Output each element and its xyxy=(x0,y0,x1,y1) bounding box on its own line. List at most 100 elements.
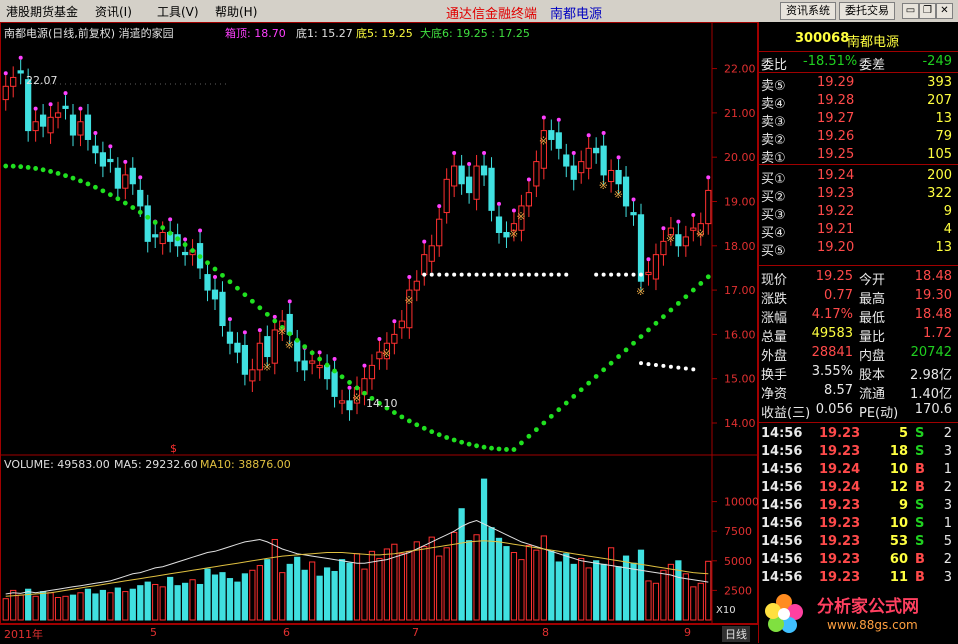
signal-dot xyxy=(257,328,262,333)
menu-info[interactable]: 资讯(I) xyxy=(95,3,132,20)
candle-body xyxy=(391,333,398,344)
volume-bar xyxy=(690,586,697,621)
box-line-dot xyxy=(422,272,427,277)
box-line-dot xyxy=(437,272,442,277)
ma-green-dot xyxy=(444,435,450,440)
price-tick-label: 15.00 xyxy=(724,373,756,386)
buy-signal-glyph: ※ xyxy=(614,188,623,201)
sell-level-3: 卖③ 19.27 13 xyxy=(759,110,958,130)
period-daily[interactable]: 日线 xyxy=(722,626,750,642)
stat-row: 现价 19.25 今开 18.48 xyxy=(759,268,958,288)
ma-green-dot xyxy=(698,281,704,286)
signal-dot xyxy=(706,175,711,180)
trade-button[interactable]: 委托交易 xyxy=(839,2,895,20)
menu-help[interactable]: 帮助(H) xyxy=(215,3,257,20)
app-title: 通达信金融终端 xyxy=(446,7,538,22)
axis-year: 2011年 xyxy=(4,628,43,641)
candle-body xyxy=(122,174,129,189)
close-icon[interactable]: ✕ xyxy=(936,3,953,19)
chart-area[interactable]: 22.00 21.00 20.00 19.00 18.00 17.00 16.00 15.00… xyxy=(0,22,758,624)
signal-dot xyxy=(242,330,247,335)
stat-value: 1.40亿 xyxy=(910,387,952,402)
box-line-dot xyxy=(639,272,643,277)
ma-green-dot xyxy=(264,311,270,317)
ma-green-dot xyxy=(526,433,532,439)
price-tick-label: 16.00 xyxy=(724,328,756,341)
ma-green-dot xyxy=(466,441,472,447)
volume-bar xyxy=(309,561,316,621)
ma-green-dot xyxy=(220,272,225,278)
box-line-dot xyxy=(564,272,569,277)
volume-bar xyxy=(525,544,533,621)
tick-price: 19.23 xyxy=(819,552,861,567)
minimize-icon[interactable]: ▭ xyxy=(902,3,919,19)
ma-green-dot xyxy=(227,279,233,285)
candle-body xyxy=(525,192,533,207)
price-tick-label: 19.00 xyxy=(724,195,756,208)
tick-time: 14:56 xyxy=(761,426,803,441)
signal-dot xyxy=(287,299,292,304)
level-price: 19.29 xyxy=(817,75,855,90)
buy-signal-glyph: ※ xyxy=(352,392,361,405)
stat-value: 20742 xyxy=(910,345,952,360)
level-price: 19.28 xyxy=(817,93,855,108)
tick-row: 14:56 19.23 53 S 5 xyxy=(759,533,958,551)
candle-body xyxy=(10,76,17,87)
menu-hk-futures[interactable]: 港股期货基金 xyxy=(6,3,78,20)
candle-body xyxy=(99,152,107,167)
restore-icon[interactable]: ❐ xyxy=(919,3,936,19)
candle-body xyxy=(39,114,47,127)
level-price: 19.22 xyxy=(817,204,855,219)
volume-bar xyxy=(697,582,704,621)
tick-side: S xyxy=(915,426,925,441)
volume-bar xyxy=(600,563,607,621)
signal-dot xyxy=(3,71,8,76)
volume-bar xyxy=(54,597,62,621)
axis-month-6: 6 xyxy=(283,626,290,639)
stat-row: 总量 49583 量比 1.72 xyxy=(759,325,958,345)
volume-bar xyxy=(279,572,286,621)
ma10-label: MA10: 38876.00 xyxy=(200,458,291,471)
level-volume: 9 xyxy=(943,204,952,219)
volume-bar xyxy=(607,547,615,621)
price-tick-label: 17.00 xyxy=(724,284,756,297)
tick-time: 14:56 xyxy=(761,462,803,477)
volume-bar xyxy=(316,575,323,621)
ma-green-dot xyxy=(257,305,263,311)
volume-bar xyxy=(346,562,353,621)
tick-side: B xyxy=(915,480,925,495)
kline-chart[interactable]: 22.00 21.00 20.00 19.00 18.00 17.00 16.00 15.00… xyxy=(0,22,758,624)
high-annotation: 22.07 xyxy=(26,74,58,87)
candle-body xyxy=(338,400,346,404)
signal-dot xyxy=(407,275,412,280)
ma-green-dot xyxy=(347,380,352,385)
candle-body xyxy=(607,169,615,183)
candle-body xyxy=(637,214,645,282)
candle-body xyxy=(488,167,495,211)
box-line-dot xyxy=(534,272,539,277)
tick-count: 3 xyxy=(943,570,952,585)
ma-green-dot xyxy=(653,320,659,326)
candle-body xyxy=(249,369,256,382)
volume-bar xyxy=(361,568,368,621)
ma-green-dot xyxy=(593,374,599,379)
buy-signal-glyph: ※ xyxy=(696,228,705,241)
ma-green-dot xyxy=(548,413,554,419)
stat-label: 涨幅 xyxy=(761,311,788,326)
signal-dot xyxy=(392,319,397,324)
signal-dot xyxy=(452,150,457,155)
menu-tools[interactable]: 工具(V) xyxy=(157,3,199,20)
candle-body xyxy=(600,145,607,176)
volume-bar xyxy=(92,593,99,621)
candle-body xyxy=(204,274,211,291)
tick-row: 14:56 19.24 12 B 2 xyxy=(759,479,958,497)
volume-bar xyxy=(436,555,443,621)
volume-bar xyxy=(122,591,129,621)
volume-bar xyxy=(234,581,241,621)
level-price: 19.26 xyxy=(817,129,855,144)
axis-month-9: 9 xyxy=(684,626,691,639)
signal-dot xyxy=(437,204,442,209)
box-line-dot xyxy=(639,361,643,366)
tick-volume: 18 xyxy=(889,444,908,459)
info-system-button[interactable]: 资讯系统 xyxy=(780,2,836,20)
